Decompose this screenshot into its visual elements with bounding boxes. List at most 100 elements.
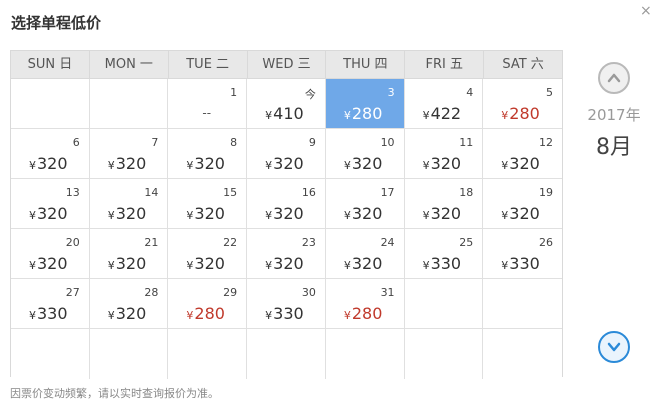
currency-symbol: ¥ (501, 159, 509, 172)
calendar-day-cell[interactable]: 21 ¥320 (89, 229, 169, 279)
calendar-day-cell[interactable]: 31 ¥280 (325, 279, 405, 329)
currency-symbol: ¥ (343, 259, 351, 272)
currency-symbol: ¥ (29, 159, 36, 172)
weekday-tue: TUE 二 (169, 51, 248, 78)
calendar-day-cell[interactable]: 4 ¥422 (404, 79, 484, 129)
price-value: 320 (194, 254, 225, 273)
currency-symbol: ¥ (343, 109, 351, 122)
day-price: ¥280 (186, 304, 225, 323)
price-value: 280 (509, 104, 540, 123)
day-number: 13 (65, 186, 80, 199)
price-value: 410 (273, 104, 304, 123)
price-value: 422 (430, 104, 462, 123)
day-number: 8 (230, 136, 238, 149)
price-value: 320 (115, 154, 147, 173)
currency-symbol: ¥ (29, 259, 36, 272)
weekday-fri: FRI 五 (405, 51, 485, 78)
next-month-wrap (598, 331, 630, 363)
calendar-day-cell[interactable]: 今 ¥410 (247, 79, 326, 129)
day-price: ¥330 (423, 254, 462, 273)
day-number: 12 (539, 136, 553, 149)
price-value: 320 (430, 204, 462, 223)
price-value: 320 (115, 254, 147, 273)
calendar-day-cell[interactable]: 12 ¥320 (483, 129, 562, 179)
calendar-day-cell[interactable]: 22 ¥320 (168, 229, 248, 279)
currency-symbol: ¥ (265, 209, 273, 222)
month-label: 8月 (596, 135, 632, 160)
day-price: ¥320 (265, 154, 304, 173)
close-icon[interactable]: × (640, 3, 652, 19)
calendar-day-cell[interactable]: 30 ¥330 (247, 279, 326, 329)
month-navigator: 2017年 8月 (580, 62, 648, 161)
price-value: 330 (430, 254, 462, 273)
price-calendar: SUN 日 MON 一 TUE 二 WED 三 THU 四 FRI 五 SAT … (10, 50, 563, 379)
calendar-day-cell[interactable]: 16 ¥320 (247, 179, 326, 229)
currency-symbol: ¥ (343, 309, 351, 322)
currency-symbol: ¥ (107, 259, 115, 272)
calendar-day-cell[interactable]: 15 ¥320 (168, 179, 248, 229)
price-value: 320 (351, 154, 383, 173)
calendar-grid: 1 -- 今 ¥410 3 ¥280 4 ¥422 5 ¥280 6 ¥320 7 ¥320 8 ¥320 9 ¥… (11, 79, 562, 379)
calendar-day-cell[interactable]: 9 ¥320 (247, 129, 326, 179)
calendar-empty-cell (483, 329, 562, 379)
currency-symbol: ¥ (265, 259, 273, 272)
chevron-up-icon[interactable] (598, 62, 630, 94)
calendar-day-cell[interactable]: 6 ¥320 (11, 129, 90, 179)
currency-symbol: ¥ (422, 109, 430, 122)
price-value: 280 (351, 304, 383, 323)
day-number: 7 (151, 136, 159, 149)
calendar-day-cell[interactable]: 7 ¥320 (89, 129, 169, 179)
dialog-title: 选择单程低价 (11, 14, 102, 32)
price-value: 320 (273, 254, 304, 273)
day-number: 15 (223, 186, 238, 199)
calendar-day-cell[interactable]: 27 ¥330 (11, 279, 90, 329)
price-value: 320 (351, 254, 383, 273)
currency-symbol: ¥ (186, 309, 194, 322)
calendar-day-cell[interactable]: 8 ¥320 (168, 129, 248, 179)
day-number: 17 (380, 186, 395, 199)
day-price: ¥320 (29, 204, 68, 223)
calendar-day-cell[interactable]: 25 ¥330 (404, 229, 484, 279)
day-price: ¥410 (265, 104, 304, 123)
calendar-day-cell[interactable]: 13 ¥320 (11, 179, 90, 229)
calendar-day-cell[interactable]: 26 ¥330 (483, 229, 562, 279)
weekday-mon: MON 一 (90, 51, 169, 78)
calendar-day-cell[interactable]: 3 ¥280 (325, 79, 405, 129)
calendar-day-cell[interactable]: 14 ¥320 (89, 179, 169, 229)
day-price: ¥330 (501, 254, 540, 273)
no-price: -- (202, 106, 212, 120)
day-price: ¥320 (501, 204, 540, 223)
calendar-empty-cell (404, 329, 484, 379)
calendar-day-cell[interactable]: 20 ¥320 (11, 229, 90, 279)
currency-symbol: ¥ (29, 209, 36, 222)
price-value: 320 (37, 204, 68, 223)
calendar-empty-cell (11, 329, 90, 379)
day-price: ¥330 (29, 304, 68, 323)
currency-symbol: ¥ (186, 159, 194, 172)
day-number: 9 (308, 136, 316, 149)
price-value: 320 (115, 304, 147, 323)
day-price: ¥320 (501, 154, 540, 173)
calendar-day-cell[interactable]: 28 ¥320 (89, 279, 169, 329)
calendar-day-cell[interactable]: 18 ¥320 (404, 179, 484, 229)
day-number: 11 (459, 136, 474, 149)
currency-symbol: ¥ (422, 159, 430, 172)
day-price: ¥320 (344, 204, 383, 223)
day-number: 4 (466, 86, 474, 99)
calendar-day-cell[interactable]: 24 ¥320 (325, 229, 405, 279)
chevron-down-icon[interactable] (598, 331, 630, 363)
calendar-day-cell[interactable]: 19 ¥320 (483, 179, 562, 229)
calendar-day-cell[interactable]: 17 ¥320 (325, 179, 405, 229)
calendar-day-cell[interactable]: 10 ¥320 (325, 129, 405, 179)
calendar-day-cell[interactable]: 11 ¥320 (404, 129, 484, 179)
day-price: ¥320 (344, 254, 383, 273)
day-number: 1 (230, 86, 238, 99)
day-price: ¥320 (265, 254, 304, 273)
currency-symbol: ¥ (265, 309, 273, 322)
calendar-day-cell[interactable]: 29 ¥280 (168, 279, 248, 329)
currency-symbol: ¥ (343, 209, 351, 222)
day-price: ¥320 (186, 154, 225, 173)
calendar-day-cell[interactable]: 23 ¥320 (247, 229, 326, 279)
day-number: 21 (144, 236, 159, 249)
calendar-day-cell[interactable]: 5 ¥280 (483, 79, 562, 129)
